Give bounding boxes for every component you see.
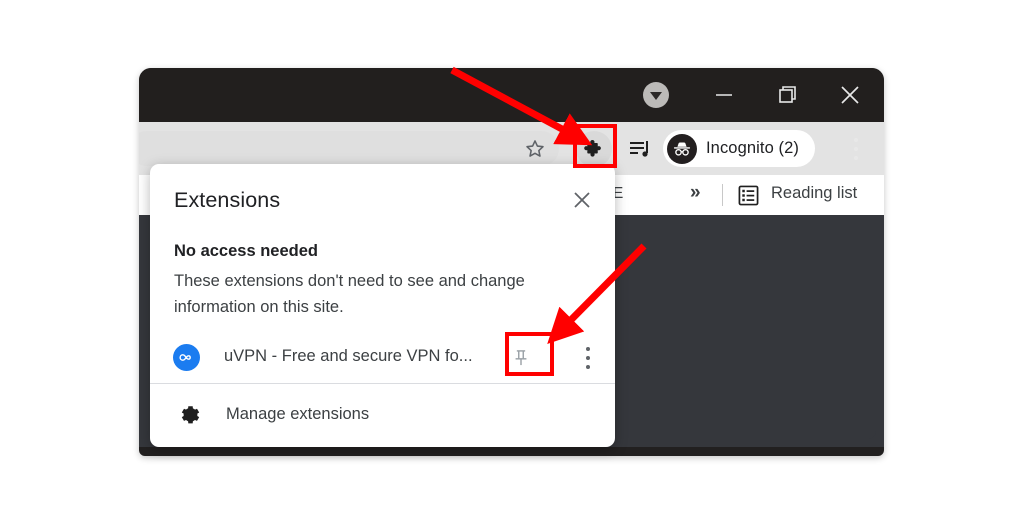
minimize-button[interactable] (701, 68, 747, 122)
three-dot-menu-icon (854, 156, 858, 160)
manage-extensions-label: Manage extensions (226, 405, 370, 423)
reading-list-icon-glyph (738, 185, 759, 206)
avatar (667, 133, 697, 164)
download-chevron-circle-icon[interactable] (643, 82, 669, 108)
close-window-button[interactable] (827, 68, 873, 122)
extensions-toolbar-button-highlight (573, 124, 617, 168)
bookmarks-overflow-button[interactable]: » (690, 182, 701, 204)
reading-list-label[interactable]: Reading list (771, 184, 857, 203)
manage-extensions-button[interactable]: Manage extensions (150, 384, 615, 446)
uvpn-infinity-icon (173, 344, 200, 371)
extension-row-menu-button[interactable] (578, 346, 598, 370)
screenshot-stage: Incognito (2) VE » (0, 0, 1024, 527)
address-bar[interactable] (139, 131, 559, 166)
media-playlist-icon (630, 141, 648, 157)
three-dot-menu-icon (854, 147, 858, 151)
minimize-icon (716, 94, 732, 96)
bookmark-star-icon[interactable] (524, 138, 546, 160)
pin-button-highlight (505, 332, 554, 376)
reading-list-icon[interactable] (738, 185, 759, 206)
three-dot-menu-icon (586, 365, 590, 369)
section-description: These extensions don't need to see and c… (174, 272, 525, 316)
profile-label: Incognito (2) (706, 139, 800, 157)
maximize-icon (779, 86, 796, 103)
chevron-down-icon (650, 91, 662, 100)
close-icon (574, 192, 590, 208)
popup-title: Extensions (174, 188, 281, 212)
gear-icon (178, 403, 202, 427)
star-icon-glyph (526, 140, 544, 157)
section-heading: No access needed (174, 242, 318, 260)
title-bar (139, 68, 884, 122)
incognito-hat-glasses-icon (673, 141, 691, 156)
three-dot-menu-icon (586, 356, 590, 360)
browser-menu-button[interactable] (844, 136, 868, 162)
bookmarks-divider (722, 184, 723, 206)
three-dot-menu-icon (586, 347, 590, 351)
profile-incognito-button[interactable]: Incognito (2) (663, 130, 816, 167)
extensions-popup: Extensions No access needed These extens… (150, 164, 615, 447)
gear-icon-glyph (181, 406, 200, 424)
three-dot-menu-icon (854, 138, 858, 142)
media-control-button[interactable] (628, 137, 652, 161)
extension-name: uVPN - Free and secure VPN fo... (224, 347, 473, 365)
popup-close-button[interactable] (567, 185, 597, 215)
infinity-icon-glyph (179, 354, 191, 361)
maximize-button[interactable] (764, 68, 810, 122)
close-icon (841, 86, 859, 104)
